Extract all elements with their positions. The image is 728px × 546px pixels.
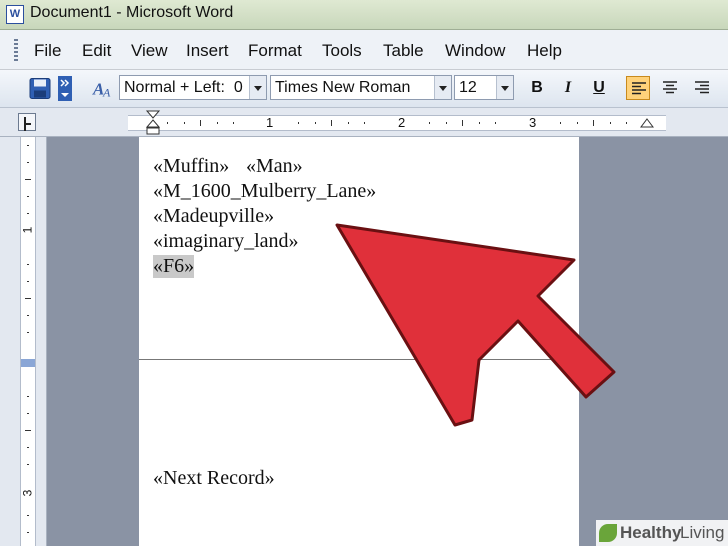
leaf-logo-icon (599, 524, 617, 542)
watermark-brand-bold: Healthy (620, 523, 682, 542)
watermark: Healthy Living (596, 520, 728, 546)
pointer-arrow-icon (335, 223, 616, 427)
watermark-brand-light: Living (680, 523, 725, 542)
